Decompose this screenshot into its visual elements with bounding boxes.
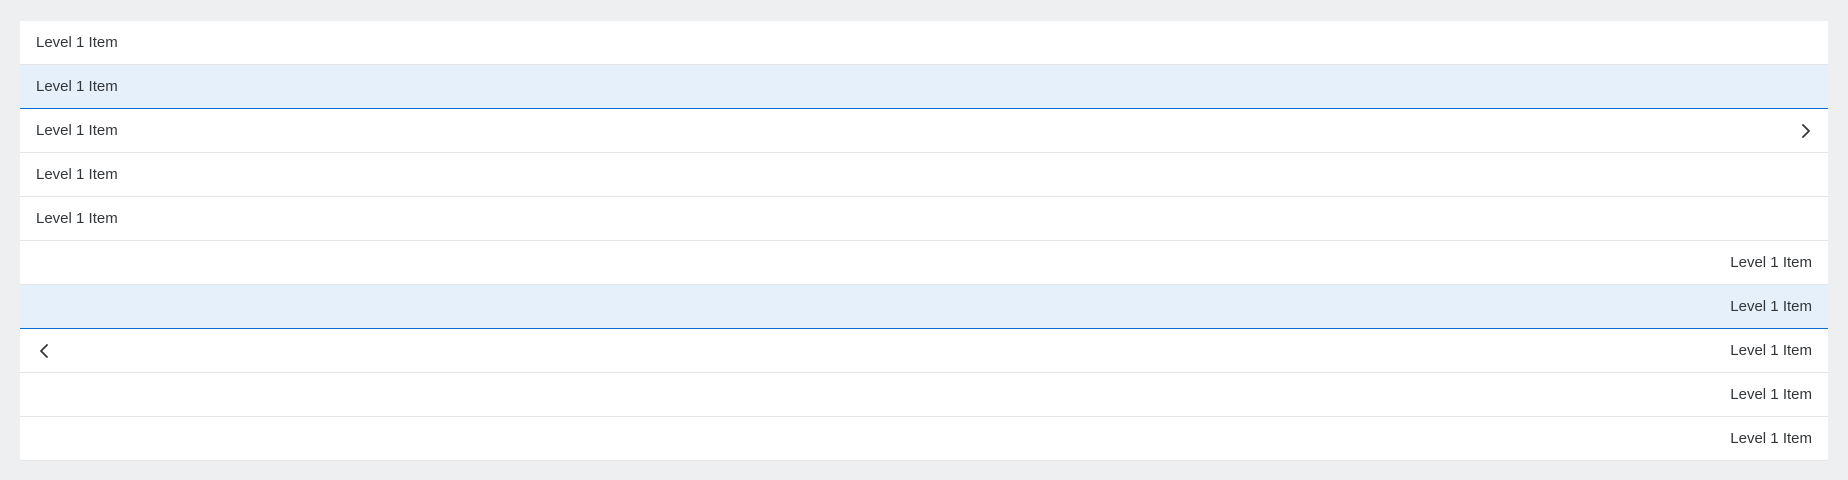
list-item-label: Level 1 Item	[36, 78, 118, 95]
list-item-label: Level 1 Item	[36, 166, 118, 183]
list-item[interactable]: Level 1 Item	[20, 109, 1828, 153]
chevron-left-icon	[36, 343, 52, 359]
list-item-selected[interactable]: Level 1 Item	[20, 285, 1828, 329]
list-item-label: Level 1 Item	[36, 210, 118, 227]
list-item-label: Level 1 Item	[36, 122, 118, 139]
list-item[interactable]: Level 1 Item	[20, 241, 1828, 285]
list-item-label: Level 1 Item	[1730, 386, 1812, 403]
navigation-list: Level 1 Item Level 1 Item Level 1 Item L…	[20, 21, 1828, 461]
list-item[interactable]: Level 1 Item	[20, 197, 1828, 241]
list-item[interactable]: Level 1 Item	[20, 373, 1828, 417]
list-item-label: Level 1 Item	[1730, 254, 1812, 271]
list-item[interactable]: Level 1 Item	[20, 153, 1828, 197]
list-item-label: Level 1 Item	[1730, 430, 1812, 447]
list-item-label: Level 1 Item	[36, 34, 118, 51]
list-item[interactable]: Level 1 Item	[20, 417, 1828, 461]
list-item[interactable]: Level 1 Item	[20, 329, 1828, 373]
list-item[interactable]: Level 1 Item	[20, 21, 1828, 65]
chevron-right-icon	[1798, 123, 1814, 139]
list-item-label: Level 1 Item	[1730, 342, 1812, 359]
list-item-label: Level 1 Item	[1730, 298, 1812, 315]
list-item-selected[interactable]: Level 1 Item	[20, 65, 1828, 109]
